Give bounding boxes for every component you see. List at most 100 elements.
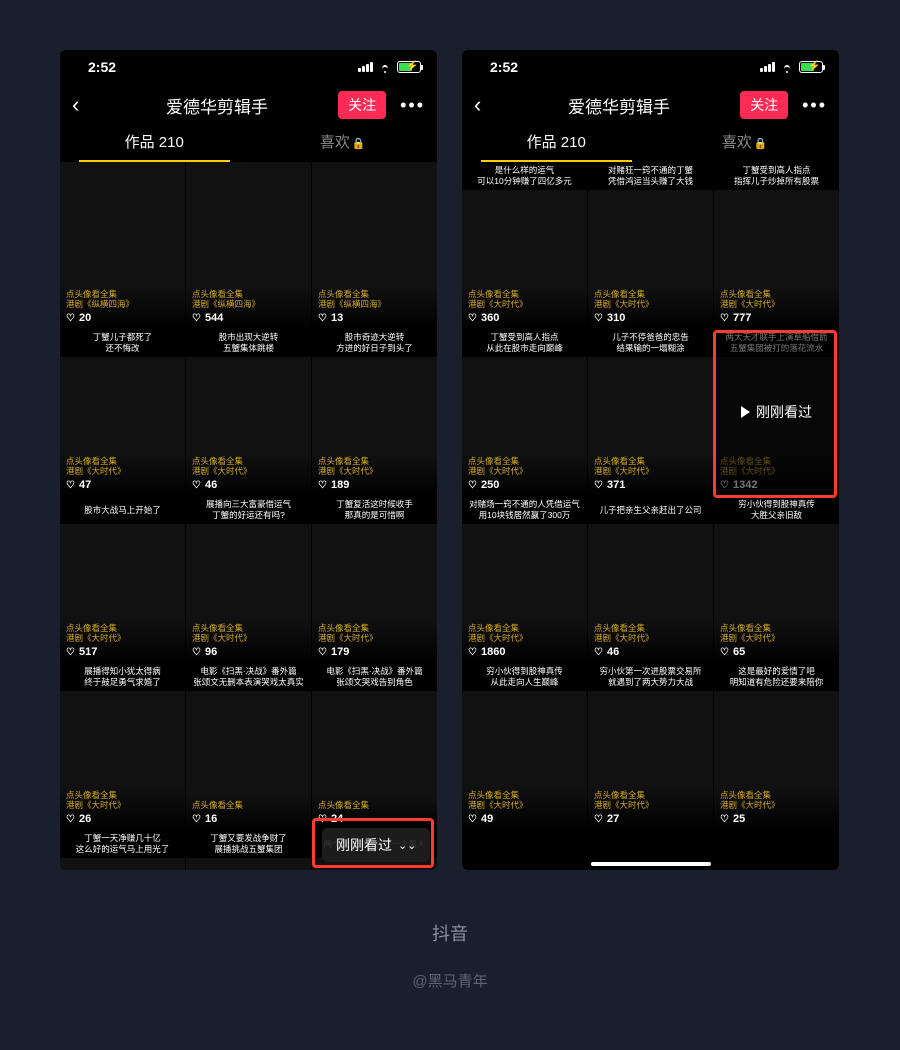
- series-label: 点头像看全集港剧《纵横四海》: [192, 289, 305, 310]
- video-cell[interactable]: 股市大战马上开始了点头像看全集港剧《大时代》♡517: [60, 496, 185, 662]
- battery-icon: ⚡: [799, 61, 823, 73]
- series-label: 点头像看全集港剧《大时代》: [594, 456, 707, 477]
- series-label: 点头像看全集港剧《纵横四海》: [66, 289, 179, 310]
- series-label: 点头像看全集港剧《大时代》: [192, 456, 305, 477]
- video-footer: 点头像看全集港剧《大时代》♡360: [462, 285, 587, 328]
- video-cell[interactable]: 是什么样的运气可以10分钟赚了四亿多元点头像看全集港剧《大时代》♡360: [462, 162, 587, 328]
- like-count: ♡47: [66, 479, 179, 491]
- series-label: 点头像看全集: [318, 800, 431, 811]
- like-count: ♡250: [468, 479, 581, 491]
- status-bar: 2:52 ⚡: [462, 50, 839, 84]
- heart-icon: ♡: [66, 480, 75, 491]
- video-cell[interactable]: 股市奇迹大逆转方进的好日子到头了点头像看全集港剧《大时代》♡189: [312, 329, 437, 495]
- video-grid[interactable]: 点头像看全集港剧《纵横四海》♡20点头像看全集港剧《纵横四海》♡544点头像看全…: [60, 162, 437, 870]
- heart-icon: ♡: [66, 313, 75, 324]
- tab-works[interactable]: 作品 210: [462, 126, 651, 162]
- like-count: ♡517: [66, 646, 179, 658]
- video-cell[interactable]: 儿子把亲生父亲赶出了公司点头像看全集港剧《大时代》♡46: [588, 496, 713, 662]
- video-cell[interactable]: 股市出现大逆转五蟹集体跳楼点头像看全集港剧《大时代》♡46: [186, 329, 311, 495]
- video-cell[interactable]: 儿子不停爸爸的忠告结果输的一塌糊涂点头像看全集港剧《大时代》♡371: [588, 329, 713, 495]
- lock-icon: 🔒: [754, 138, 768, 150]
- heart-icon: ♡: [468, 814, 477, 825]
- heart-icon: ♡: [594, 647, 603, 658]
- heart-icon: ♡: [468, 313, 477, 324]
- video-cell[interactable]: 穷小伙第一次进股票交易所就遇到了两大势力大战点头像看全集港剧《大时代》♡27: [588, 663, 713, 829]
- video-cell[interactable]: 点头像看全集港剧《纵横四海》♡13: [312, 162, 437, 328]
- heart-icon: ♡: [468, 480, 477, 491]
- series-label: 点头像看全集港剧《大时代》: [594, 790, 707, 811]
- video-footer: 点头像看全集港剧《纵横四海》♡20: [60, 285, 185, 328]
- tab-likes[interactable]: 喜欢🔒: [651, 126, 840, 162]
- like-count: ♡96: [192, 646, 305, 658]
- like-count: ♡49: [468, 813, 581, 825]
- video-cell[interactable]: 丁蟹又要发战争财了展播挑战五蟹集团: [186, 830, 311, 870]
- video-cell[interactable]: 点头像看全集港剧《纵横四海》♡20: [60, 162, 185, 328]
- like-count: ♡65: [720, 646, 833, 658]
- video-cell[interactable]: 穷小伙得到股神真传大胜父亲旧敌点头像看全集港剧《大时代》♡65: [714, 496, 839, 662]
- heart-icon: ♡: [594, 480, 603, 491]
- play-icon: [741, 406, 750, 418]
- battery-icon: ⚡: [397, 61, 421, 73]
- video-cell[interactable]: 丁蟹受到高人指点从此在股市走向巅峰点头像看全集港剧《大时代》♡250: [462, 329, 587, 495]
- video-footer: 点头像看全集港剧《大时代》♡777: [714, 285, 839, 328]
- like-count: ♡27: [594, 813, 707, 825]
- video-cell[interactable]: 点头像看全集港剧《纵横四海》 ♡544: [186, 162, 311, 328]
- video-cell[interactable]: 丁蟹复活这时候收手那真的是可惜啊点头像看全集港剧《大时代》♡179: [312, 496, 437, 662]
- video-title: 儿子把亲生父亲赶出了公司: [588, 496, 713, 524]
- video-title: 电影《扫黑·决战》番外篇张颂文无删本表演哭戏太真实: [186, 663, 311, 691]
- video-grid[interactable]: 是什么样的运气可以10分钟赚了四亿多元点头像看全集港剧《大时代》♡360对赌狂一…: [462, 162, 839, 829]
- signal-icon: [760, 62, 775, 72]
- tab-works[interactable]: 作品 210: [60, 126, 249, 162]
- heart-icon: ♡: [720, 647, 729, 658]
- series-label: 点头像看全集港剧《大时代》: [468, 623, 581, 644]
- series-label: 点头像看全集港剧《纵横四海》: [318, 289, 431, 310]
- video-cell[interactable]: 这是最好的爱情了吧明知道有危险还要来陪你点头像看全集港剧《大时代》♡25: [714, 663, 839, 829]
- video-footer: 点头像看全集港剧《纵横四海》♡13: [312, 285, 437, 328]
- video-footer: 点头像看全集港剧《大时代》♡65: [714, 619, 839, 662]
- video-cell[interactable]: 电影《扫黑·决战》番外篇张颂文哭戏告别角色点头像看全集♡24: [312, 663, 437, 829]
- phone-screenshot-right: 2:52 ⚡ ‹ 爱德华剪辑手 关注 ••• 作品 210 喜欢🔒 是什么样的运…: [462, 50, 839, 870]
- video-title: 对赌场一窍不通的人凭借运气用10块钱居然赢了300万: [462, 496, 587, 524]
- back-icon[interactable]: ‹: [474, 92, 498, 118]
- like-count: ♡1860: [468, 646, 581, 658]
- like-count: ♡46: [192, 479, 305, 491]
- tab-likes[interactable]: 喜欢🔒: [249, 126, 438, 162]
- heart-icon: ♡: [468, 647, 477, 658]
- video-cell[interactable]: 两大天才联手上演草船借箭五蟹集团被打的落花流水点头像看全集港剧《大时代》♡134…: [714, 329, 839, 495]
- video-cell[interactable]: 电影《扫黑·决战》番外篇张颂文无删本表演哭戏太真实点头像看全集♡16: [186, 663, 311, 829]
- heart-icon: ♡: [318, 480, 327, 491]
- like-count: ♡179: [318, 646, 431, 658]
- video-footer: 点头像看全集港剧《大时代》 ♡27: [588, 786, 713, 829]
- series-label: 点头像看全集港剧《大时代》: [66, 623, 179, 644]
- wifi-icon: [779, 61, 795, 73]
- like-count: ♡26: [66, 813, 179, 825]
- video-footer: 点头像看全集♡16: [186, 796, 311, 829]
- video-footer: 点头像看全集港剧《大时代》♡310: [588, 285, 713, 328]
- series-label: 点头像看全集港剧《大时代》: [318, 623, 431, 644]
- video-cell[interactable]: 展播得知小犹太得病终于鼓足勇气求婚了点头像看全集港剧《大时代》♡26: [60, 663, 185, 829]
- more-icon[interactable]: •••: [394, 95, 425, 116]
- video-cell[interactable]: 对赌狂一窍不通的丁蟹凭借鸿运当头赚了大钱点头像看全集港剧《大时代》♡310: [588, 162, 713, 328]
- video-title: 丁蟹又要发战争财了展播挑战五蟹集团: [186, 830, 311, 858]
- like-count: ♡25: [720, 813, 833, 825]
- follow-button[interactable]: 关注: [740, 91, 788, 119]
- just-watched-pill[interactable]: 刚刚看过 ⌄⌄: [322, 828, 430, 862]
- video-cell[interactable]: 丁蟹儿子都死了还不悔改点头像看全集港剧《大时代》♡47: [60, 329, 185, 495]
- back-icon[interactable]: ‹: [72, 92, 96, 118]
- status-time: 2:52: [490, 59, 518, 75]
- video-cell[interactable]: 穷小伙得到股神真传从此走向人生巅峰点头像看全集港剧《大时代》♡49: [462, 663, 587, 829]
- series-label: 点头像看全集港剧《大时代》: [192, 623, 305, 644]
- nav-bar: ‹ 爱德华剪辑手 关注 •••: [60, 84, 437, 126]
- video-footer: 点头像看全集港剧《大时代》 ♡46: [186, 452, 311, 495]
- video-cell[interactable]: 对赌场一窍不通的人凭借运气用10块钱居然赢了300万点头像看全集港剧《大时代》 ♡…: [462, 496, 587, 662]
- video-cell[interactable]: 丁蟹受到高人指点指挥儿子炒掉所有股票点头像看全集港剧《大时代》♡777: [714, 162, 839, 328]
- like-count: ♡360: [468, 312, 581, 324]
- profile-title: 爱德华剪辑手: [104, 93, 330, 118]
- video-title: 穷小伙得到股神真传大胜父亲旧敌: [714, 496, 839, 524]
- video-cell[interactable]: 丁蟹一天净赚几十亿这么好的运气马上用光了: [60, 830, 185, 870]
- more-icon[interactable]: •••: [796, 95, 827, 116]
- like-count: ♡544: [192, 312, 305, 324]
- follow-button[interactable]: 关注: [338, 91, 386, 119]
- just-watched-overlay[interactable]: 刚刚看过: [714, 329, 839, 495]
- video-cell[interactable]: 展播向三大富豪借运气丁蟹的好运还有吗?点头像看全集港剧《大时代》♡96: [186, 496, 311, 662]
